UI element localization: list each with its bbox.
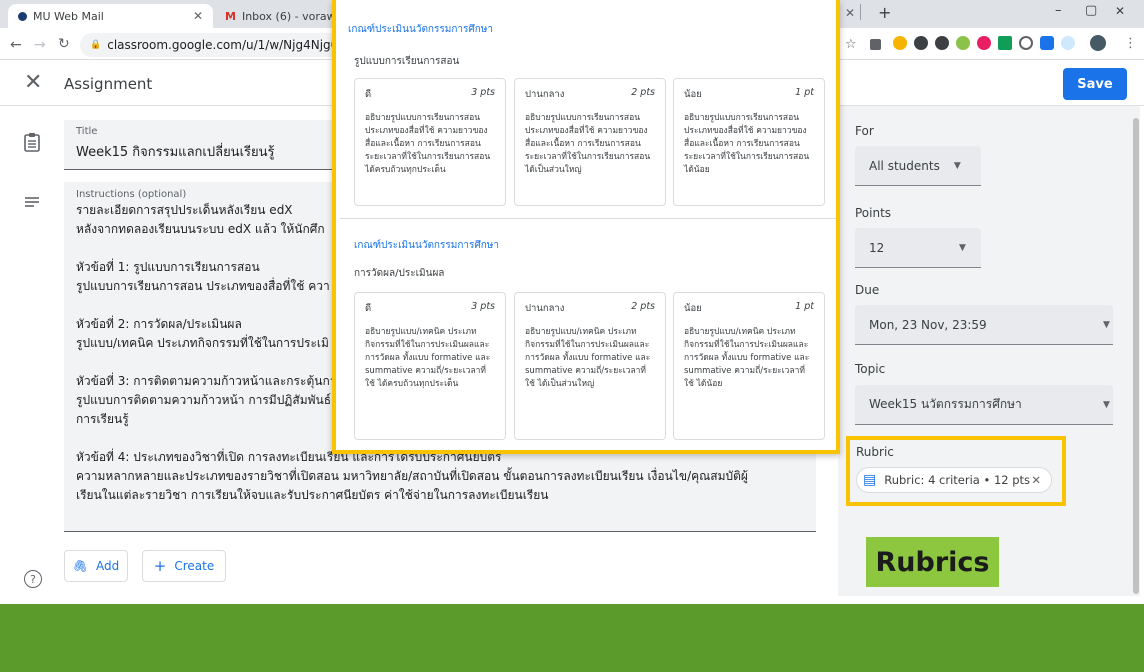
rubric-level-card: ดี 3 pts อธิบายรูปแบบ/เทคนิค ประเภทกิจกรร… — [354, 292, 506, 440]
browser-menu-icon[interactable]: ⋮ — [1124, 36, 1137, 51]
rubric-label: Rubric — [856, 445, 894, 459]
instructions-paragraph: หัวข้อที่ 4: ประเภทของวิชาที่เปิด การลงท… — [76, 450, 748, 502]
assignment-icon — [24, 132, 40, 157]
address-bar[interactable]: 🔒 classroom.google.com/u/1/w/Njg4Njg0NzE… — [80, 33, 338, 57]
tab-label: MU Web Mail — [33, 9, 104, 23]
gmail-icon: M — [225, 9, 236, 23]
level-points: 2 pts — [631, 87, 655, 98]
rubric-level-card: ปานกลาง 2 pts อธิบายรูปแบบ/เทคนิค ประเภทก… — [514, 292, 666, 440]
level-points: 1 pt — [795, 87, 814, 98]
help-icon[interactable]: ? — [24, 570, 42, 588]
browser-tab-inbox[interactable]: M Inbox (6) - vorawan.van@mahi — [215, 4, 335, 28]
rubric-level-card: ปานกลาง 2 pts อธิบายรูปแบบการเรียนการสอน … — [514, 78, 666, 206]
level-name: ปานกลาง — [525, 303, 565, 314]
browser-tab-mu-webmail[interactable]: MU Web Mail ✕ — [8, 4, 213, 28]
back-icon[interactable]: ← — [10, 37, 22, 53]
tab-label: Inbox (6) - vorawan.van@mahi — [241, 9, 335, 23]
extension-s-icon[interactable] — [914, 36, 928, 50]
extension-cloud-icon[interactable] — [1061, 36, 1075, 50]
level-description: อธิบายรูปแบบการเรียนการสอน ประเภทของสื่อ… — [525, 113, 651, 175]
url-text: classroom.google.com/u/1/w/Njg4Njg0NzEyM… — [107, 38, 338, 52]
dropdown-arrow-icon: ▼ — [1103, 319, 1110, 330]
paperclip-icon: 🖇 — [72, 559, 88, 573]
criterion-divider — [340, 218, 836, 219]
minimize-button[interactable]: – — [1055, 3, 1062, 18]
level-name: ดี — [365, 89, 372, 100]
create-label: Create — [174, 559, 215, 573]
criterion-heading: เกณฑ์ประเมินนวัตกรรมการศึกษา — [354, 240, 499, 251]
create-button[interactable]: + Create — [142, 550, 226, 582]
dropdown-arrow-icon: ▼ — [953, 160, 961, 171]
criterion-title: การวัดผล/ประเมินผล — [354, 268, 445, 279]
extension-grid-icon[interactable] — [870, 39, 881, 50]
rubric-icon: ▤ — [863, 472, 877, 488]
level-description: อธิบายรูปแบบ/เทคนิค ประเภทกิจกรรมที่ใช้ใ… — [365, 327, 491, 389]
add-label: Add — [96, 559, 120, 573]
reload-icon[interactable]: ↻ — [58, 36, 70, 52]
extension-pink-icon[interactable] — [977, 36, 991, 50]
level-description: อธิบายรูปแบบ/เทคนิค ประเภทกิจกรรมที่ใช้ใ… — [525, 327, 651, 389]
rubrics-annotation-label: Rubrics — [866, 537, 999, 587]
level-name: ดี — [365, 303, 372, 314]
footer-green-bar — [0, 604, 1144, 672]
level-points: 3 pts — [471, 87, 495, 98]
lock-icon: 🔒 — [90, 40, 102, 50]
bookmark-star-icon[interactable]: ☆ — [845, 37, 857, 52]
topic-value: Week15 นวัตกรรมการศึกษา — [869, 397, 1022, 411]
close-icon[interactable]: ✕ — [24, 72, 42, 94]
topic-label: Topic — [855, 362, 886, 376]
save-button[interactable]: Save — [1063, 68, 1127, 100]
dropdown-arrow-icon: ▼ — [959, 242, 966, 253]
page-title: Assignment — [64, 75, 153, 93]
points-value: 12 — [869, 240, 885, 255]
scrollbar-thumb[interactable] — [1133, 118, 1139, 594]
level-name: น้อย — [684, 89, 702, 100]
due-value: Mon, 23 Nov, 23:59 — [869, 317, 987, 332]
level-description: อธิบายรูปแบบ/เทคนิค ประเภทกิจกรรมที่ใช้ใ… — [684, 327, 810, 389]
new-tab-button[interactable]: + — [878, 3, 891, 22]
points-label: Points — [855, 206, 892, 220]
forward-icon[interactable]: → — [34, 37, 46, 53]
extension-flag-icon[interactable] — [998, 36, 1012, 50]
extension-dark-icon[interactable] — [935, 36, 949, 50]
points-dropdown[interactable]: 12 ▼ — [855, 228, 981, 268]
window-close-button[interactable]: ✕ — [1115, 4, 1125, 18]
rubric-chip-label: Rubric: 4 criteria • 12 pts — [884, 473, 1031, 487]
extension-green-icon[interactable] — [956, 36, 970, 50]
rubric-level-card: น้อย 1 pt อธิบายรูปแบบการเรียนการสอน ประเ… — [673, 78, 825, 206]
criterion-title: รูปแบบการเรียนการสอน — [354, 56, 460, 67]
level-points: 3 pts — [471, 301, 495, 312]
level-description: อธิบายรูปแบบการเรียนการสอน ประเภทของสื่อ… — [365, 113, 491, 175]
maximize-button[interactable]: ▢ — [1085, 3, 1097, 18]
topic-dropdown[interactable]: Week15 นวัตกรรมการศึกษา ▼ — [855, 385, 1113, 425]
due-label: Due — [855, 283, 880, 297]
profile-avatar[interactable] — [1090, 35, 1106, 51]
close-tab-icon[interactable]: ✕ — [845, 6, 855, 20]
description-icon — [24, 194, 40, 215]
extension-blue-icon[interactable] — [1040, 36, 1054, 50]
criterion-heading: เกณฑ์ประเมินนวัตกรรมการศึกษา — [348, 24, 493, 35]
due-dropdown[interactable]: Mon, 23 Nov, 23:59 ▼ — [855, 305, 1113, 345]
for-label: For — [855, 124, 874, 138]
rubric-level-card: น้อย 1 pt อธิบายรูปแบบ/เทคนิค ประเภทกิจกร… — [673, 292, 825, 440]
rubric-chip[interactable]: ▤ Rubric: 4 criteria • 12 pts ✕ — [856, 467, 1052, 493]
remove-rubric-icon[interactable]: ✕ — [1031, 473, 1041, 487]
close-tab-icon[interactable]: ✕ — [193, 9, 203, 23]
extension-circle-icon[interactable] — [1019, 36, 1033, 50]
dropdown-arrow-icon: ▼ — [1103, 399, 1110, 410]
level-points: 2 pts — [631, 301, 655, 312]
tab-divider — [860, 4, 861, 20]
level-points: 1 pt — [795, 301, 814, 312]
extension-hand-icon[interactable] — [893, 36, 907, 50]
plus-icon: + — [153, 557, 167, 575]
for-dropdown[interactable]: All students ▼ — [855, 146, 981, 186]
rubric-level-card: ดี 3 pts อธิบายรูปแบบการเรียนการสอน ประเภ… — [354, 78, 506, 206]
level-name: น้อย — [684, 303, 702, 314]
level-name: ปานกลาง — [525, 89, 565, 100]
tab-favicon-icon — [18, 11, 27, 21]
level-description: อธิบายรูปแบบการเรียนการสอน ประเภทของสื่อ… — [684, 113, 810, 175]
rubric-preview-popup: เกณฑ์ประเมินนวัตกรรมการศึกษา รูปแบบการเร… — [332, 0, 840, 454]
add-attachment-button[interactable]: 🖇 Add — [64, 550, 128, 582]
for-value: All students — [869, 158, 940, 173]
